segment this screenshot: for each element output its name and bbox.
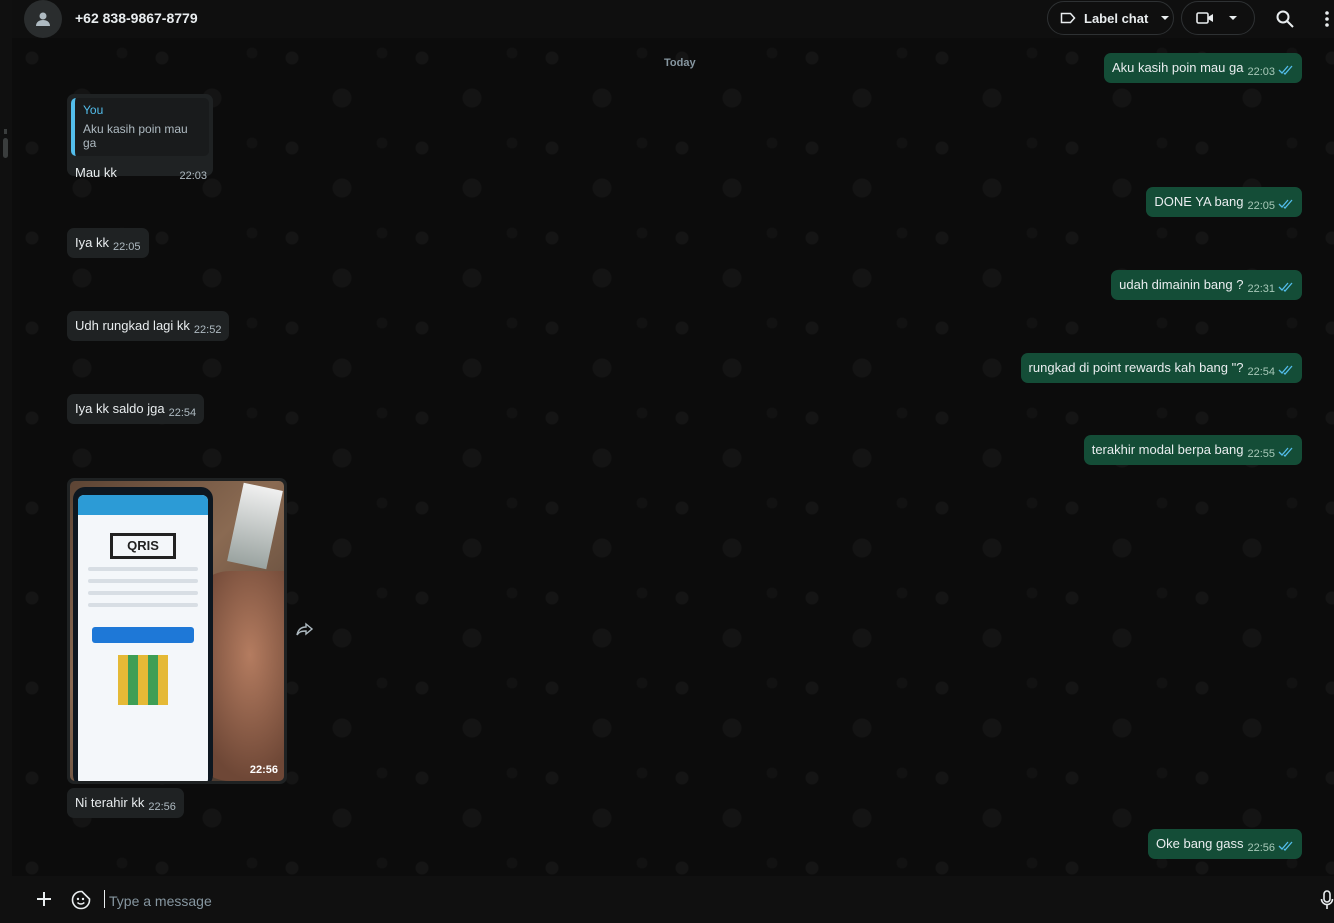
message-in-reply[interactable]: You Aku kasih poin mau ga Mau kk 22:03 [67,94,213,182]
message-time: 22:54 [168,407,197,419]
message-in[interactable]: Iya kk 22:05 [67,228,149,258]
photo-background-object [227,482,283,570]
scrollbar-thumb[interactable] [3,138,8,158]
reply-author: You [83,103,104,117]
photo-phone: QRIS [73,487,213,781]
plus-icon [37,892,51,906]
message-text: terakhir modal berpa bang [1091,442,1244,457]
message-text: udah dimainin bang ? [1119,277,1244,292]
reply-quote[interactable]: You Aku kasih poin mau ga [71,98,209,156]
message-time: 22:55 [1247,448,1275,460]
message-text: Mau kk [75,165,117,180]
message-out[interactable]: Aku kasih poin mau ga 22:03 [1103,53,1302,83]
search-button[interactable] [1275,9,1295,34]
message-time: 22:05 [112,241,141,253]
mic-icon [1320,890,1334,909]
sticker-icon [71,890,91,910]
forward-button[interactable] [296,622,314,641]
message-out[interactable]: Oke bang gass 22:56 [1148,829,1302,859]
message-out[interactable]: DONE YA bang 22:05 [1146,187,1302,217]
video-call-button[interactable] [1181,1,1255,35]
person-icon [36,12,50,26]
message-time: 22:56 [148,801,176,813]
double-check-icon [1278,365,1293,375]
chat-area[interactable]: Today You Aku kasih poin mau ga Mau kk 2… [12,38,1334,876]
contact-name[interactable]: +62 838-9867-8779 [75,10,198,26]
message-out[interactable]: rungkad di point rewards kah bang "? 22:5… [1020,353,1302,383]
reply-text: Aku kasih poin mau ga [83,122,188,150]
message-text: DONE YA bang [1154,194,1244,209]
message-in[interactable]: Iya kk saldo jga 22:54 [67,394,205,424]
message-time: 22:31 [1247,283,1275,295]
message-time: 22:52 [193,324,222,336]
chat-header: +62 838-9867-8779 Label chat [12,0,1334,38]
forward-icon [296,622,314,636]
avatar[interactable] [24,0,62,38]
text-cursor [104,890,105,908]
message-time: 22:54 [1247,366,1275,378]
message-text: Ni terahir kk [75,795,145,810]
message-time: 22:56 [1247,842,1275,854]
message-time: 22:03 [1247,66,1275,78]
message-text: Udh rungkad lagi kk [75,318,190,333]
label-chat-text: Label chat [1084,10,1149,26]
menu-button[interactable] [1324,10,1330,33]
double-check-icon [1278,65,1293,75]
message-text: Iya kk saldo jga [75,401,165,416]
message-in[interactable]: Udh rungkad lagi kk 22:52 [67,311,230,341]
attach-button[interactable] [36,891,52,912]
message-text: rungkad di point rewards kah bang "? [1028,360,1244,375]
message-text: Aku kasih poin mau ga [1111,60,1244,75]
message-out[interactable]: udah dimainin bang ? 22:31 [1111,270,1302,300]
kebab-menu-icon [1325,11,1329,27]
label-icon [1060,12,1076,24]
sticker-button[interactable] [71,890,91,915]
label-chat-button[interactable]: Label chat [1047,1,1174,35]
voice-message-button[interactable] [1320,890,1334,915]
video-icon [1196,12,1213,24]
message-input[interactable] [107,887,1301,915]
image-time: 22:56 [249,764,278,776]
message-text: Oke bang gass [1156,836,1244,851]
qris-logo: QRIS [110,533,176,559]
search-icon [1276,10,1294,28]
scroll-up-arrow[interactable] [4,129,7,134]
message-in[interactable]: Ni terahir kk 22:56 [67,788,184,818]
message-time: 22:05 [1247,200,1275,212]
date-divider: Today [664,57,696,69]
double-check-icon [1278,199,1293,209]
message-text: Iya kk [75,235,109,250]
chevron-down-icon [1229,16,1237,20]
message-out[interactable]: terakhir modal berpa bang 22:55 [1083,435,1302,465]
double-check-icon [1278,447,1293,457]
photo-phone-screen: QRIS [78,495,208,781]
photo-thumbnail[interactable]: QRIS 22:56 [70,481,284,781]
image-message[interactable]: QRIS 22:56 [67,478,287,784]
message-time: 22:03 [179,170,207,182]
double-check-icon [1278,841,1293,851]
composer [12,876,1334,923]
chevron-down-icon [1161,16,1170,20]
double-check-icon [1278,282,1293,292]
